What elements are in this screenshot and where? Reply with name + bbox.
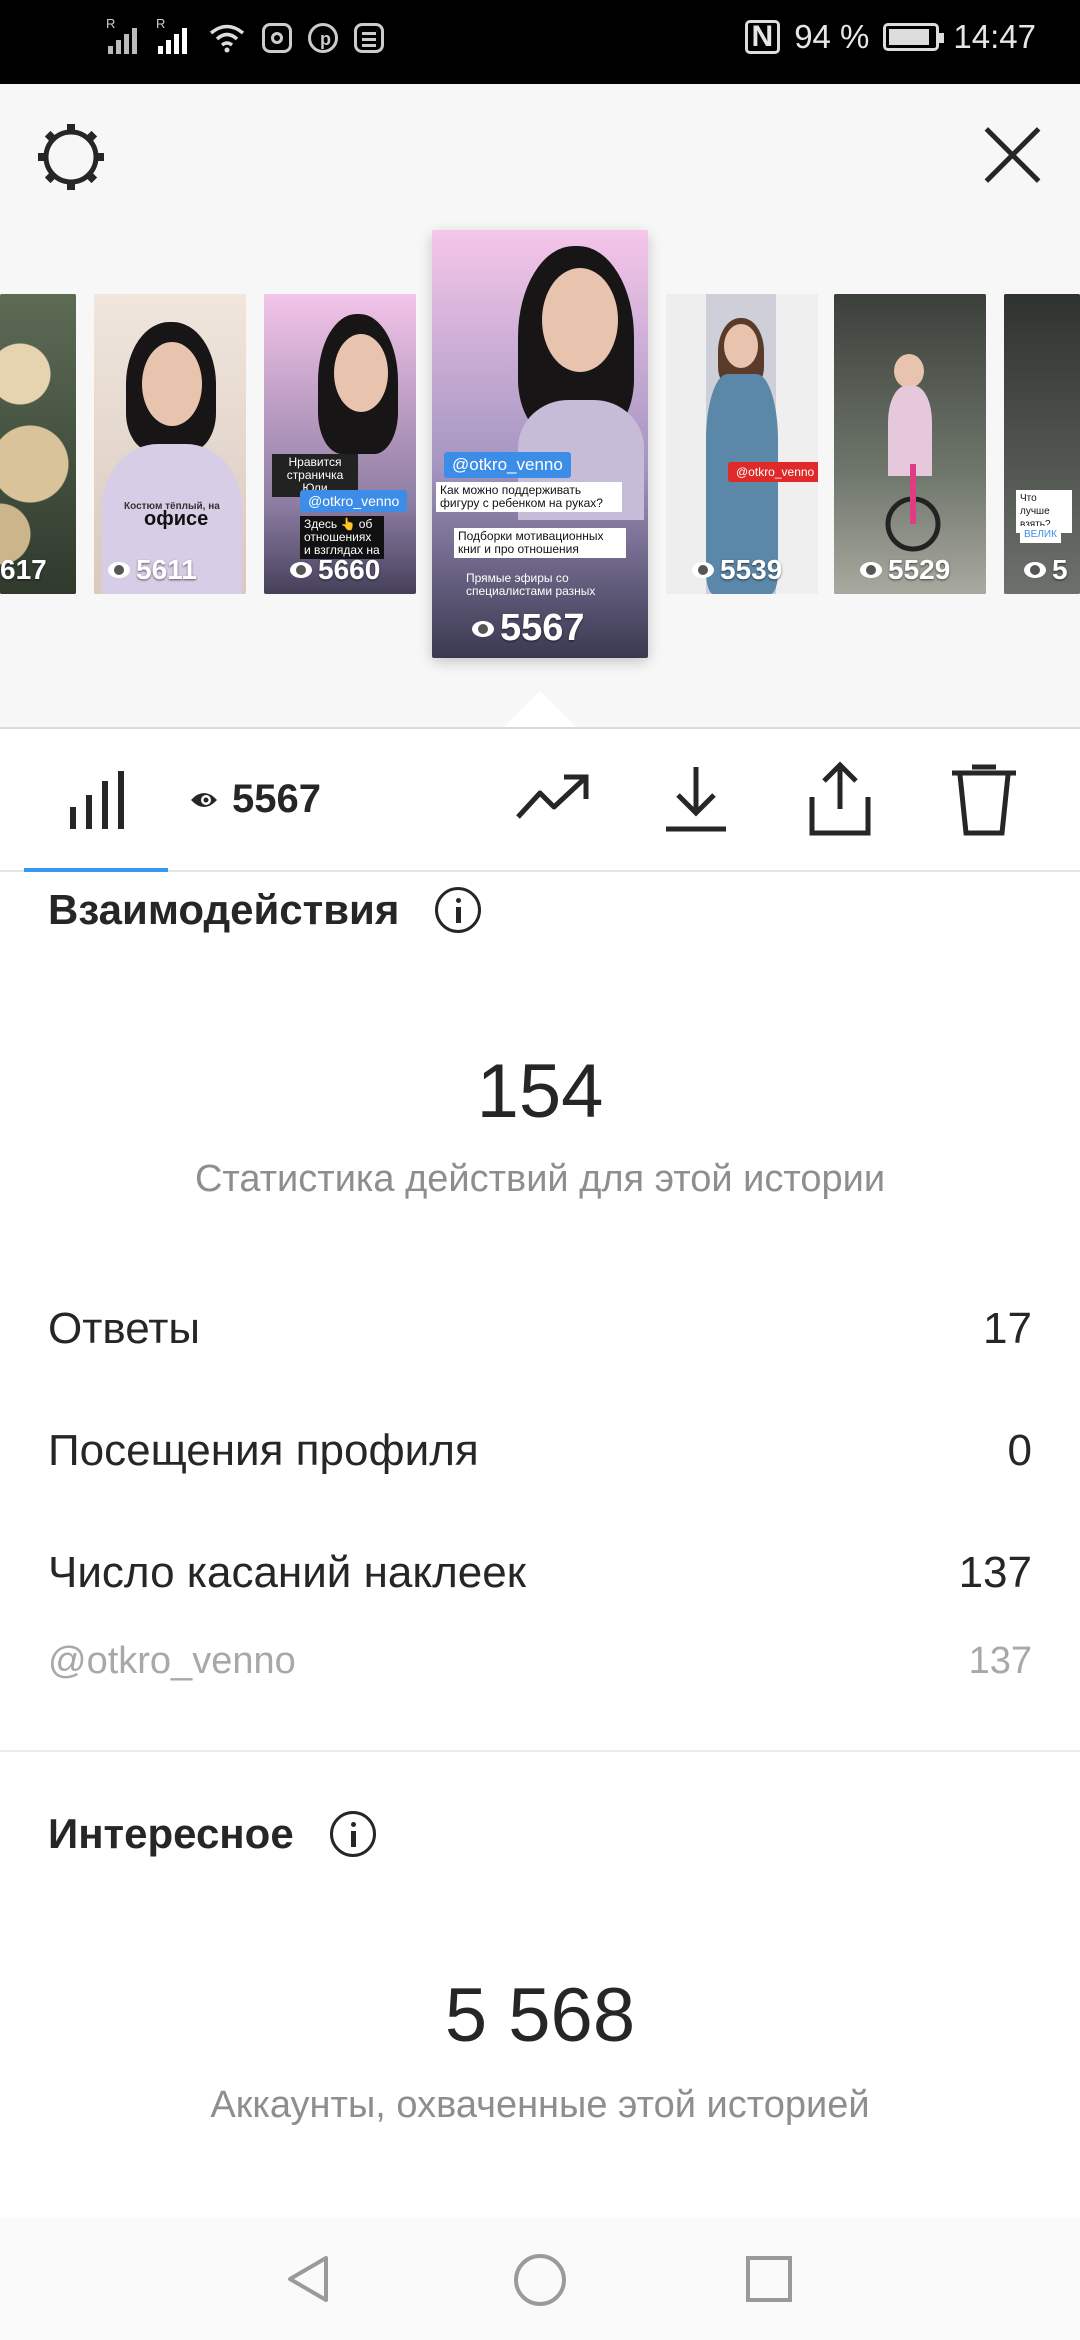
story-view-count: 617 <box>0 554 47 585</box>
views-eye-icon <box>108 562 130 578</box>
sticker-taps-value: 137 <box>968 1640 1032 1682</box>
story-thumbnail[interactable]: 5529 <box>834 294 986 594</box>
tab-insights[interactable] <box>24 729 168 872</box>
views-eye-icon <box>692 562 714 578</box>
stat-label: Ответы <box>48 1304 201 1353</box>
back-icon[interactable] <box>284 2254 334 2304</box>
signal-icon: R <box>106 16 142 54</box>
eye-icon <box>191 792 217 807</box>
signal-icon-2: R <box>156 16 192 54</box>
sticker-mention-label: @otkro_venno <box>48 1640 296 1682</box>
recent-apps-icon[interactable] <box>746 2256 792 2302</box>
stat-row: Посещения профиля 0 <box>48 1426 1032 1476</box>
stat-value: 17 <box>983 1304 1032 1353</box>
battery-percent: 94 % <box>794 18 870 55</box>
section-divider <box>0 1750 1080 1752</box>
mention-sticker: @otkro_venno <box>728 462 818 482</box>
mention-sticker: @otkro_venno <box>300 490 408 512</box>
section-title: Интересное <box>48 1810 294 1857</box>
story-view-count: 5 <box>1052 554 1068 585</box>
settings-gear-icon[interactable] <box>36 122 106 192</box>
battery-icon <box>883 23 945 51</box>
story-carousel-area: 617 Костюм тёплый, на офисе 5611 Нравитс… <box>0 84 1080 729</box>
sticker-detail-row[interactable]: @otkro_venno 137 <box>48 1640 1032 1683</box>
share-icon[interactable] <box>800 759 880 839</box>
bar-chart-icon <box>70 771 124 829</box>
bicycle-image <box>885 464 941 552</box>
interactions-header: Взаимодействия <box>48 886 482 934</box>
trending-icon[interactable] <box>514 759 594 839</box>
story-view-count: 5660 <box>318 554 381 585</box>
stat-value: 0 <box>1007 1426 1032 1475</box>
wifi-icon <box>209 24 245 53</box>
reach-subtitle: Аккаунты, охваченные этой историей <box>210 2084 870 2126</box>
stat-label: Посещения профиля <box>48 1426 479 1475</box>
status-icons-left: R R p <box>106 16 384 54</box>
clock: 14:47 <box>953 18 1036 55</box>
views-eye-icon <box>290 562 312 578</box>
stat-value: 137 <box>958 1548 1032 1597</box>
story-caption: Как можно поддерживать фигуру с ребенком… <box>436 482 622 512</box>
story-view-count: 5567 <box>500 607 585 649</box>
story-caption: Здесь 👆 об отношениях и взглядах на <box>300 516 384 559</box>
mention-sticker: @otkro_venno <box>444 452 571 478</box>
system-navigation-bar <box>0 2218 1080 2340</box>
home-icon[interactable] <box>514 2254 566 2306</box>
story-view-count: 5611 <box>136 554 197 585</box>
story-thumbnail[interactable]: 617 <box>0 294 76 594</box>
reach-total: 5 568 <box>444 1973 636 2058</box>
tab-viewers[interactable]: 5567 <box>190 777 321 822</box>
story-thumbnail[interactable]: Что лучше взять? ВЕЛИК 5 <box>1004 294 1080 594</box>
pinterest-icon: p <box>308 23 338 53</box>
story-caption: Подборки мотивационных книг и про отноше… <box>454 528 626 558</box>
story-label: ВЕЛИК <box>1020 526 1061 543</box>
info-icon[interactable] <box>435 887 482 933</box>
section-title: Взаимодействия <box>48 886 400 933</box>
status-icons-right: N 94 % 14:47 <box>744 18 1036 56</box>
delete-trash-icon[interactable] <box>944 759 1024 839</box>
interactions-total: 154 <box>476 1049 604 1134</box>
viewers-count: 5567 <box>232 777 321 821</box>
discovery-header: Интересное <box>48 1810 376 1858</box>
status-bar: R R p N 94 % 14:47 <box>0 0 1080 84</box>
news-icon <box>354 23 384 53</box>
nfc-icon: N <box>744 20 781 54</box>
selected-story-pointer <box>504 691 576 727</box>
story-thumbnail[interactable]: Костюм тёплый, на офисе 5611 <box>94 294 246 594</box>
insights-toolbar: 5567 <box>0 729 1080 872</box>
story-caption: Прямые эфиры со специалистами разных <box>466 571 596 598</box>
views-eye-icon <box>860 562 882 578</box>
stat-label: Число касаний наклеек <box>48 1548 526 1597</box>
instagram-icon <box>262 23 292 53</box>
story-view-count: 5539 <box>720 554 783 585</box>
story-thumbnail[interactable]: @otkro_venno 5539 <box>666 294 818 594</box>
download-icon[interactable] <box>656 759 736 839</box>
story-view-count: 5529 <box>888 554 951 585</box>
story-thumbnail-selected[interactable]: @otkro_venno Как можно поддерживать фигу… <box>432 230 648 658</box>
stat-row: Число касаний наклеек 137 <box>48 1548 1032 1598</box>
stat-row: Ответы 17 <box>48 1304 1032 1354</box>
story-caption: офисе <box>144 508 209 530</box>
info-icon[interactable] <box>329 1811 376 1857</box>
interactions-subtitle: Статистика действий для этой истории <box>194 1158 886 1200</box>
close-icon[interactable] <box>982 124 1042 184</box>
story-thumbnail[interactable]: Нравится страничка Юли @otkro_venno Здес… <box>264 294 416 594</box>
views-eye-icon <box>1024 562 1046 578</box>
insights-content[interactable]: Взаимодействия 154 Статистика действий д… <box>0 872 1080 2218</box>
views-eye-icon <box>472 620 494 637</box>
